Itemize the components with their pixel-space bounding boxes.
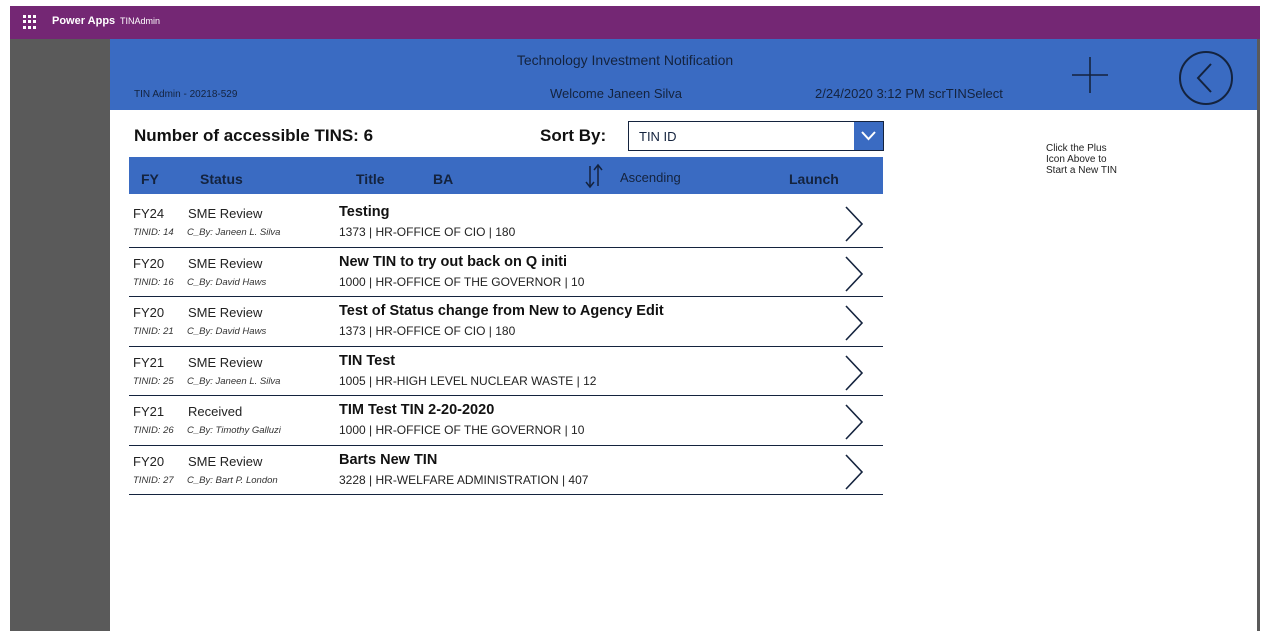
chevron-right-icon[interactable] (843, 304, 865, 342)
hint-line: Click the Plus (1046, 143, 1107, 154)
row-status: SME Review (188, 255, 263, 271)
row-tinid: TINID: 26 (133, 425, 174, 436)
row-fy: FY20 (133, 255, 165, 271)
tin-list: FY24 SME Review TINID: 14 C_By: Janeen L… (129, 198, 883, 495)
power-apps-topbar: Power Apps TINAdmin (10, 6, 1260, 39)
chevron-right-icon[interactable] (843, 453, 865, 491)
tin-row[interactable]: FY20 SME Review TINID: 16 C_By: David Ha… (129, 248, 883, 297)
chevron-right-icon[interactable] (843, 354, 865, 392)
new-tin-hint: Click the Plus Icon Above to Start a New… (1046, 143, 1146, 176)
right-side-panel (1257, 39, 1260, 631)
row-ba-info: 1005 | HR-HIGH LEVEL NUCLEAR WASTE | 12 (339, 373, 597, 388)
row-tinid: TINID: 27 (133, 474, 174, 486)
app-name-label: TINAdmin (120, 16, 161, 26)
tin-row[interactable]: FY20 SME Review TINID: 21 C_By: David Ha… (129, 297, 883, 347)
row-tinid: TINID: 21 (133, 326, 174, 337)
col-status: Status (200, 171, 243, 187)
row-created-by: C_By: David Haws (187, 276, 267, 288)
column-header-bar: FY Status Title BA Ascending Launch (129, 157, 883, 194)
row-tinid: TINID: 16 (133, 276, 174, 288)
page-title: Technology Investment Notification (516, 52, 734, 68)
row-fy: FY20 (133, 305, 165, 320)
sort-by-dropdown[interactable]: TIN ID (628, 121, 884, 151)
row-status: SME Review (188, 206, 263, 221)
tin-row[interactable]: FY24 SME Review TINID: 14 C_By: Janeen L… (129, 198, 883, 248)
row-created-by: C_By: David Haws (187, 326, 267, 337)
row-status: SME Review (188, 453, 263, 469)
hint-line: Start a New TIN (1046, 165, 1117, 176)
app-frame: Power Apps TINAdmin Technology Investmen… (0, 0, 1263, 631)
plus-icon[interactable] (1070, 55, 1110, 95)
col-launch: Launch (789, 171, 839, 187)
accessible-tins-count: Number of accessible TINS: 6 (134, 126, 374, 145)
back-circle-icon[interactable] (1178, 50, 1234, 106)
row-ba-info: 3228 | HR-WELFARE ADMINISTRATION | 407 (339, 472, 589, 487)
col-ba: BA (433, 171, 454, 187)
row-tinid: TINID: 25 (133, 375, 174, 387)
admin-id-label: TIN Admin - 20218-529 (134, 89, 238, 100)
row-fy: FY21 (133, 354, 165, 370)
row-fy: FY20 (133, 453, 165, 469)
row-tinid: TINID: 14 (133, 227, 174, 238)
chevron-right-icon[interactable] (843, 255, 865, 293)
row-title: New TIN to try out back on Q initi (339, 253, 567, 270)
datetime-screen-label: 2/24/2020 3:12 PM scrTINSelect (815, 86, 1003, 101)
row-fy: FY21 (133, 404, 165, 419)
row-created-by: C_By: Janeen L. Silva (187, 375, 281, 387)
row-fy: FY24 (133, 206, 165, 221)
row-created-by: C_By: Janeen L. Silva (187, 227, 281, 238)
tin-row[interactable]: FY21 SME Review TINID: 25 C_By: Janeen L… (129, 347, 883, 396)
left-side-panel (10, 39, 110, 631)
row-title: TIM Test TIN 2-20-2020 (339, 402, 495, 418)
sort-direction-label[interactable]: Ascending (620, 170, 681, 185)
row-ba-info: 1373 | HR-OFFICE OF CIO | 180 (339, 324, 516, 338)
chevron-right-icon[interactable] (843, 403, 865, 441)
row-created-by: C_By: Bart P. London (187, 474, 278, 486)
tin-row[interactable]: FY21 Received TINID: 26 C_By: Timothy Ga… (129, 396, 883, 446)
row-title: Testing (339, 204, 390, 220)
row-status: Received (188, 404, 243, 419)
row-ba-info: 1373 | HR-OFFICE OF CIO | 180 (339, 225, 516, 239)
welcome-label: Welcome Janeen Silva (550, 86, 682, 101)
row-title: Test of Status change from New to Agency… (339, 303, 664, 319)
window-edge (0, 0, 10, 631)
chevron-down-icon[interactable] (854, 122, 883, 150)
tin-row[interactable]: FY20 SME Review TINID: 27 C_By: Bart P. … (129, 446, 883, 495)
row-status: SME Review (188, 305, 263, 320)
col-title: Title (356, 171, 385, 187)
row-created-by: C_By: Timothy Galluzi (187, 425, 281, 436)
row-ba-info: 1000 | HR-OFFICE OF THE GOVERNOR | 10 (339, 423, 585, 437)
sort-direction-icon[interactable] (584, 163, 604, 189)
row-status: SME Review (188, 354, 263, 370)
chevron-right-icon[interactable] (843, 205, 865, 243)
app-header: Technology Investment Notification TIN A… (110, 39, 1257, 110)
row-title: Barts New TIN (339, 451, 438, 468)
sort-selected-value: TIN ID (639, 129, 677, 144)
sort-by-label: Sort By: (540, 126, 607, 145)
app-launcher-icon[interactable] (23, 15, 37, 29)
brand-label: Power Apps (52, 15, 116, 27)
hint-line: Icon Above to (1046, 154, 1107, 165)
col-fy: FY (141, 171, 159, 187)
row-title: TIN Test (339, 352, 396, 369)
row-ba-info: 1000 | HR-OFFICE OF THE GOVERNOR | 10 (339, 274, 585, 289)
